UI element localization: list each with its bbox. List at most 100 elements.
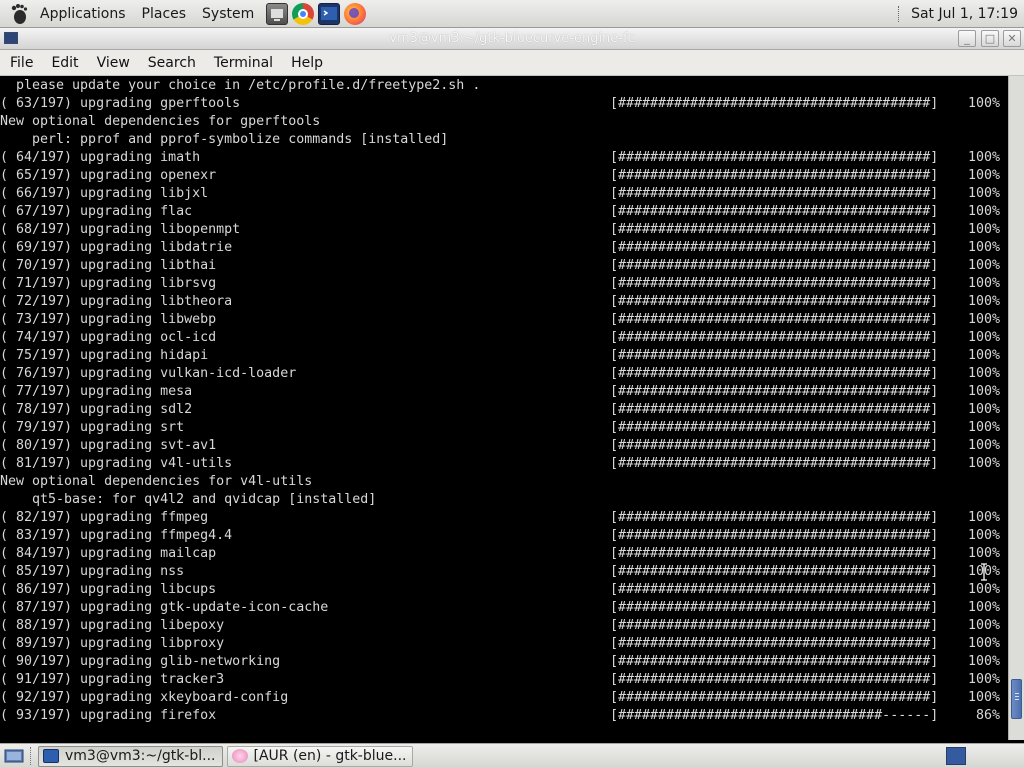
terminal-line: ( 77/197) upgrading mesa (0, 384, 193, 399)
window-titlebar[interactable]: vm3@vm3:~/gtk-bluecurve-engine-fc _ □ ✕ (0, 28, 1024, 50)
progress-percent: 100% (967, 690, 1000, 705)
terminal-line: ( 83/197) upgrading ffmpeg4.4 (0, 528, 233, 543)
terminal-line: ( 93/197) upgrading firefox (0, 708, 217, 723)
progress-percent: 100% (967, 222, 1000, 237)
clock-text: Sat Jul 1, 17:19 (911, 5, 1018, 22)
terminal-line: ( 88/197) upgrading libepoxy (0, 618, 225, 633)
terminal-line: ( 82/197) upgrading ffmpeg (0, 510, 209, 525)
close-button[interactable]: ✕ (1003, 30, 1021, 47)
menu-search[interactable]: Search (140, 50, 204, 76)
terminal-line: ( 78/197) upgrading sdl2 (0, 402, 193, 417)
progress-bar-text: [#######################################… (610, 600, 939, 615)
chrome-icon[interactable] (292, 2, 315, 25)
progress-bar-text: [#######################################… (610, 690, 939, 705)
progress-bar-text: [#######################################… (610, 402, 939, 417)
menu-help[interactable]: Help (283, 50, 331, 76)
progress-bar-text: [#######################################… (610, 222, 939, 237)
gnome-foot-icon[interactable] (6, 1, 32, 27)
menu-terminal[interactable]: Terminal (206, 50, 281, 76)
terminal-line: ( 72/197) upgrading libtheora (0, 294, 233, 309)
menu-view[interactable]: View (89, 50, 138, 76)
terminal-line: qt5-base: for qv4l2 and qvidcap [install… (0, 492, 377, 507)
taskbar-item-browser[interactable]: [AUR (en) - gtk-blue... (226, 745, 414, 767)
browser-icon (231, 749, 248, 763)
terminal-line: ( 68/197) upgrading libopenmpt (0, 222, 241, 237)
terminal-line: ( 70/197) upgrading libthai (0, 258, 217, 273)
progress-bar-text: [#######################################… (610, 564, 939, 579)
progress-bar-text: [#######################################… (610, 582, 939, 597)
progress-percent: 100% (967, 582, 1000, 597)
terminal-line: ( 90/197) upgrading glib-networking (0, 654, 281, 669)
terminal-line: ( 76/197) upgrading vulkan-icd-loader (0, 366, 297, 381)
progress-bar-text: [#######################################… (610, 456, 939, 471)
progress-bar-text: [#######################################… (610, 96, 939, 111)
progress-percent: 100% (967, 438, 1000, 453)
progress-bar-text: [#######################################… (610, 438, 939, 453)
top-panel: Applications Places System Sat Jul 1, 17… (0, 0, 1024, 28)
progress-percent: 100% (967, 204, 1000, 219)
bottom-panel: vm3@vm3:~/gtk-bl... [AUR (en) - gtk-blue… (0, 743, 1024, 768)
terminal-line: ( 64/197) upgrading imath (0, 150, 201, 165)
terminal-line: New optional dependencies for gperftools (0, 114, 321, 129)
terminal-line: ( 71/197) upgrading librsvg (0, 276, 217, 291)
progress-percent: 100% (967, 564, 1000, 579)
progress-percent: 100% (967, 258, 1000, 273)
progress-bar-text: [#######################################… (610, 204, 939, 219)
window-title: vm3@vm3:~/gtk-bluecurve-engine-fc (389, 31, 635, 46)
applications-menu[interactable]: Applications (32, 0, 134, 28)
progress-bar-text: [#######################################… (610, 240, 939, 255)
menubar: File Edit View Search Terminal Help (0, 50, 1024, 76)
progress-percent: 100% (967, 96, 1000, 111)
taskbar-item-label: [AUR (en) - gtk-blue... (253, 748, 407, 764)
progress-bar-text: [#######################################… (610, 366, 939, 381)
terminal-line: ( 63/197) upgrading gperftools (0, 96, 241, 111)
minimize-button[interactable]: _ (958, 30, 976, 47)
terminal-line: New optional dependencies for v4l-utils (0, 474, 313, 489)
progress-percent: 100% (967, 168, 1000, 183)
system-menu[interactable]: System (194, 0, 262, 28)
terminal-line: ( 85/197) upgrading nss (0, 564, 185, 579)
progress-percent: 100% (967, 294, 1000, 309)
progress-bar-text: [#######################################… (610, 420, 939, 435)
progress-percent: 100% (967, 348, 1000, 363)
progress-percent: 100% (967, 654, 1000, 669)
menu-file[interactable]: File (2, 50, 41, 76)
terminal-output[interactable]: please update your choice in /etc/profil… (0, 76, 1008, 740)
menu-edit[interactable]: Edit (43, 50, 86, 76)
terminal-line: ( 66/197) upgrading libjxl (0, 186, 209, 201)
progress-bar-text: [#######################################… (610, 168, 939, 183)
show-desktop-icon[interactable] (2, 746, 26, 766)
terminal-line: ( 75/197) upgrading hidapi (0, 348, 209, 363)
terminal-icon[interactable] (318, 2, 341, 25)
terminal-line: ( 81/197) upgrading v4l-utils (0, 456, 233, 471)
progress-bar-text: [#######################################… (610, 672, 939, 687)
progress-percent: 100% (967, 636, 1000, 651)
progress-percent: 100% (967, 546, 1000, 561)
workspace-switcher-icon[interactable] (946, 747, 966, 765)
progress-bar-text: [#######################################… (610, 618, 939, 633)
terminal-line: ( 89/197) upgrading libproxy (0, 636, 225, 651)
clock[interactable]: Sat Jul 1, 17:19 (898, 5, 1024, 22)
taskbar-item-terminal[interactable]: vm3@vm3:~/gtk-bl... (38, 745, 223, 767)
scrollbar-thumb[interactable] (1011, 679, 1022, 719)
progress-percent: 100% (967, 330, 1000, 345)
progress-percent: 100% (967, 672, 1000, 687)
file-manager-icon[interactable] (266, 2, 289, 25)
progress-percent: 100% (967, 510, 1000, 525)
terminal-line: ( 84/197) upgrading mailcap (0, 546, 217, 561)
terminal-line: ( 69/197) upgrading libdatrie (0, 240, 233, 255)
terminal-scrollbar[interactable] (1008, 76, 1024, 740)
firefox-icon[interactable] (344, 2, 367, 25)
progress-percent: 86% (975, 708, 1000, 723)
progress-bar-text: [#######################################… (610, 258, 939, 273)
progress-percent: 100% (967, 312, 1000, 327)
progress-percent: 100% (967, 150, 1000, 165)
progress-bar-text: [#######################################… (610, 546, 939, 561)
progress-percent: 100% (967, 600, 1000, 615)
progress-percent: 100% (967, 276, 1000, 291)
terminal-line: ( 87/197) upgrading gtk-update-icon-cach… (0, 600, 329, 615)
progress-bar-text: [#######################################… (610, 510, 939, 525)
progress-bar-text: [#######################################… (610, 348, 939, 363)
places-menu[interactable]: Places (134, 0, 195, 28)
maximize-button[interactable]: □ (981, 30, 999, 47)
